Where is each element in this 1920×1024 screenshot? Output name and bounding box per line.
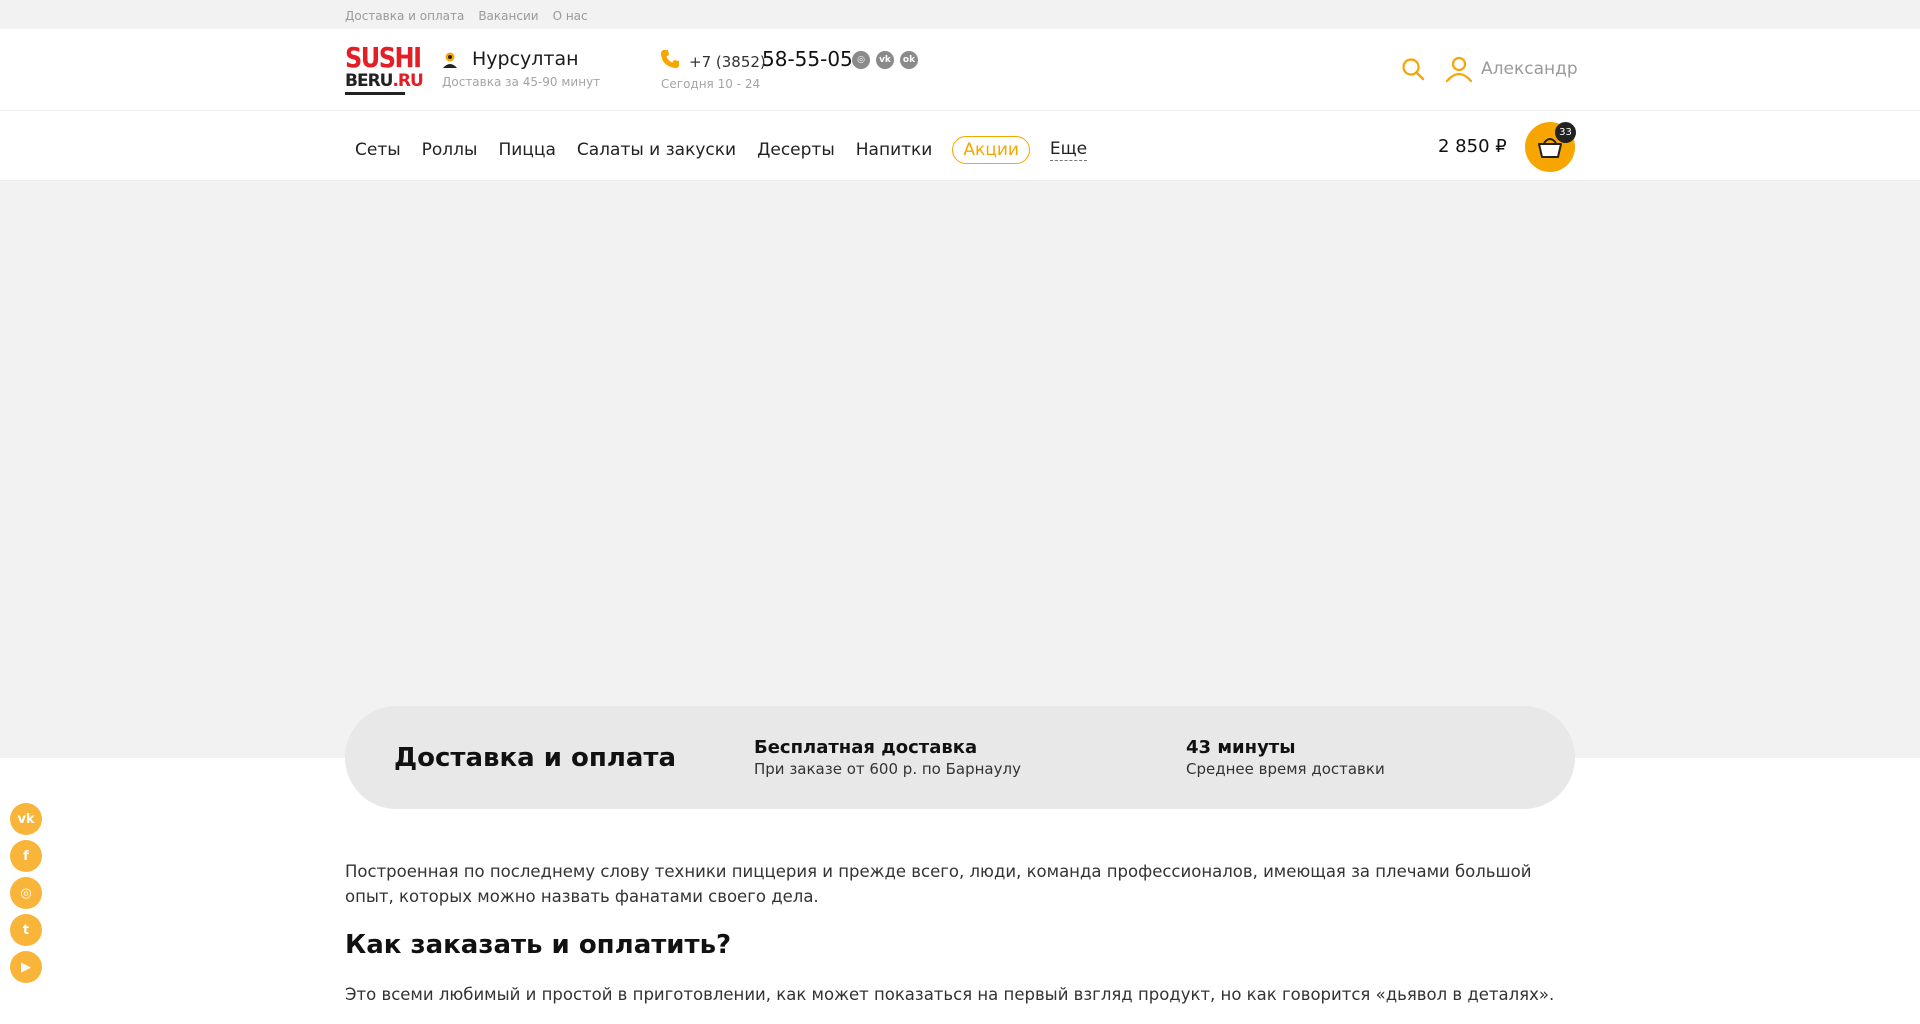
header: SUSHI BERU.RU Нурсултан Доставка за 45-9… — [0, 29, 1920, 111]
phone-number[interactable]: 58-55-05 — [762, 47, 853, 71]
menu-item-desserts[interactable]: Десерты — [757, 140, 835, 160]
main-nav: Сеты Роллы Пицца Салаты и закуски Десерт… — [0, 111, 1920, 181]
side-socials: vk f ◎ t ▶ — [10, 803, 42, 983]
top-link-delivery[interactable]: Доставка и оплата — [345, 9, 464, 23]
top-bar: Доставка и оплата Вакансии О нас — [0, 0, 1920, 29]
logo[interactable]: SUSHI BERU.RU — [345, 41, 424, 96]
menu-item-rolls[interactable]: Роллы — [422, 140, 478, 160]
logo-line2-suffix: .RU — [392, 71, 423, 91]
logo-line2: BERU.RU — [345, 71, 424, 91]
twitter-icon[interactable]: t — [10, 914, 42, 946]
intro-paragraph: Построенная по последнему слову техники … — [345, 862, 1532, 906]
avg-time-title: 43 минуты — [1186, 737, 1296, 758]
top-link-vacancies[interactable]: Вакансии — [478, 9, 538, 23]
phone-icon — [661, 50, 679, 68]
youtube-icon[interactable]: ▶ — [10, 951, 42, 983]
logo-line1: SUSHI — [345, 41, 422, 74]
cart-sum[interactable]: 2 850 ₽ — [1438, 136, 1507, 157]
logo-underline — [345, 92, 405, 95]
section-heading: Как заказать и оплатить? — [345, 930, 732, 960]
user-account[interactable]: Александр — [1445, 55, 1578, 83]
top-link-about[interactable]: О нас — [553, 9, 588, 23]
menu-item-salads[interactable]: Салаты и закуски — [577, 140, 736, 160]
menu-item-promo[interactable]: Акции — [952, 136, 1030, 164]
top-links: Доставка и оплата Вакансии О нас — [345, 9, 588, 23]
avg-time-block: 43 минуты Среднее время доставки — [1186, 737, 1385, 778]
delivery-info-bar: Доставка и оплата Бесплатная доставка Пр… — [345, 706, 1575, 809]
user-name: Александр — [1481, 59, 1578, 79]
category-menu: Сеты Роллы Пицца Салаты и закуски Десерт… — [355, 136, 1108, 164]
cart-count-badge: 33 — [1555, 122, 1576, 143]
instagram-icon[interactable]: ◎ — [10, 877, 42, 909]
delivery-time: Доставка за 45-90 минут — [442, 75, 601, 89]
hero-banner — [0, 181, 1920, 758]
instagram-icon[interactable]: ◎ — [852, 51, 870, 69]
user-icon — [1445, 56, 1473, 83]
location-pin-icon — [443, 52, 457, 68]
page: Доставка и оплата Вакансии О нас SUSHI B… — [0, 0, 1920, 1024]
menu-item-more[interactable]: Еще — [1049, 139, 1088, 161]
avg-time-text: Среднее время доставки — [1186, 760, 1385, 778]
menu-item-drinks[interactable]: Напитки — [856, 140, 933, 160]
logo-line2-text: BERU — [345, 71, 393, 91]
menu-item-pizza[interactable]: Пицца — [498, 140, 555, 160]
body-paragraph: Это всеми любимый и простой в приготовле… — [345, 985, 1555, 1004]
vk-icon[interactable]: vk — [10, 803, 42, 835]
facebook-icon[interactable]: f — [10, 840, 42, 872]
header-socials: ◎ vk ok — [852, 51, 918, 69]
menu-item-sets[interactable]: Сеты — [355, 140, 401, 160]
search-icon[interactable] — [1401, 57, 1425, 81]
vk-icon[interactable]: vk — [876, 51, 894, 69]
city-name: Нурсултан — [472, 48, 579, 70]
phone-code: +7 (3852) — [689, 53, 766, 71]
free-delivery-block: Бесплатная доставка При заказе от 600 р.… — [754, 737, 1021, 778]
page-content: Построенная по последнему слову техники … — [345, 859, 1580, 1007]
page-title: Доставка и оплата — [394, 743, 677, 773]
free-delivery-text: При заказе от 600 р. по Барнаулу — [754, 760, 1021, 778]
working-hours: Сегодня 10 - 24 — [661, 77, 761, 91]
odnoklassniki-icon[interactable]: ok — [900, 51, 918, 69]
free-delivery-title: Бесплатная доставка — [754, 737, 978, 758]
